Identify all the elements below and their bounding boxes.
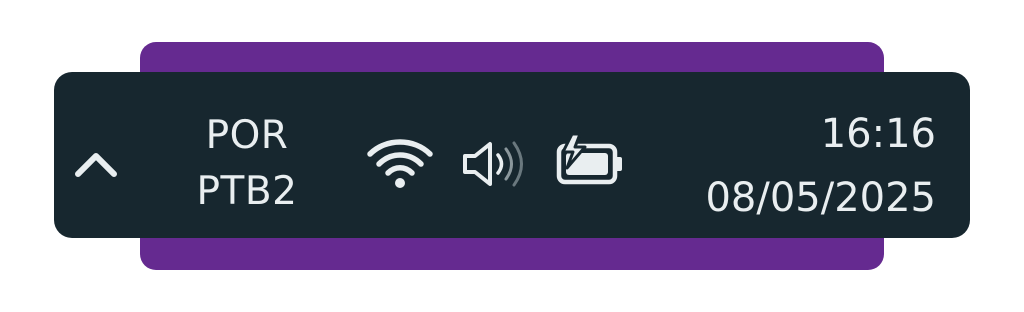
network-button[interactable]	[364, 134, 436, 192]
volume-icon	[460, 134, 532, 194]
clock-button[interactable]: 16:16 08/05/2025	[636, 108, 936, 234]
volume-button[interactable]	[460, 134, 532, 194]
show-hidden-icons-button[interactable]	[70, 136, 126, 192]
keyboard-layout-code: PTB2	[196, 169, 298, 214]
screenshot-stage: POR PTB2 16:16 08/05/2025	[0, 0, 1024, 312]
clock-date: 08/05/2025	[705, 175, 936, 221]
clock-time: 16:16	[820, 111, 936, 157]
input-language-indicator[interactable]: POR PTB2	[183, 110, 311, 228]
language-code: POR	[205, 113, 289, 158]
wifi-icon	[364, 134, 436, 192]
battery-button[interactable]	[554, 130, 628, 190]
chevron-up-icon	[70, 136, 126, 192]
battery-charging-icon	[554, 130, 628, 190]
